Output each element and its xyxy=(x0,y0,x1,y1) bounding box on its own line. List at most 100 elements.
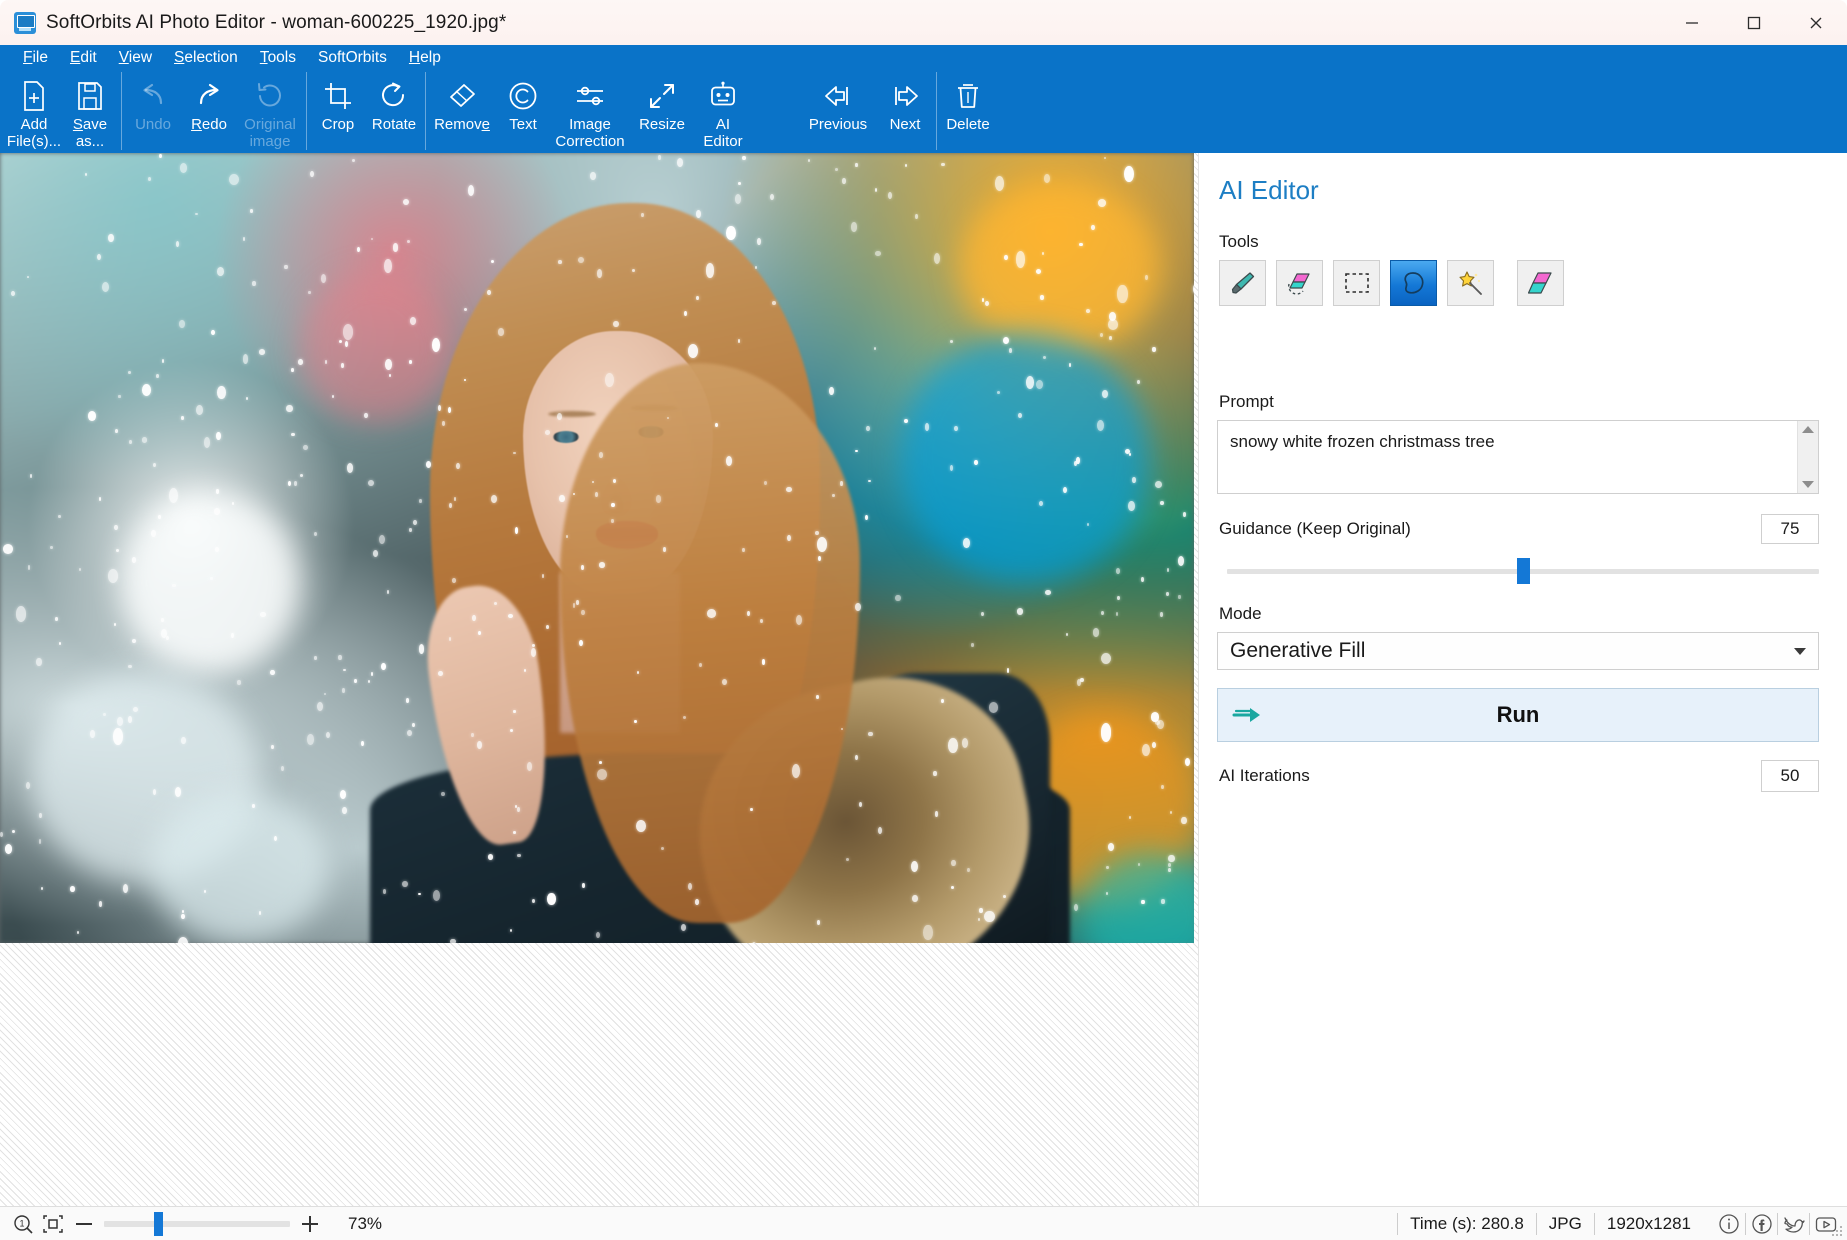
original-image-label-line2: image xyxy=(249,133,291,150)
chevron-down-icon xyxy=(1794,647,1806,655)
rectangle-select-tool-button[interactable] xyxy=(1333,260,1380,306)
zoom-one-to-one-icon[interactable]: 1 xyxy=(8,1214,38,1234)
tools-row xyxy=(1217,260,1819,306)
delete-button[interactable]: Delete xyxy=(940,71,996,151)
status-dimensions: 1920x1281 xyxy=(1593,1212,1703,1235)
menu-view[interactable]: View xyxy=(108,45,163,71)
menu-help[interactable]: Help xyxy=(398,45,452,71)
snow-overlay xyxy=(0,153,1194,943)
prompt-box[interactable] xyxy=(1217,420,1819,494)
resize-button[interactable]: Resize xyxy=(629,71,695,151)
photo-canvas[interactable] xyxy=(0,153,1194,943)
info-icon[interactable] xyxy=(1713,1213,1745,1235)
history-icon xyxy=(255,79,285,113)
window-controls xyxy=(1661,0,1847,45)
menu-file-rest: ile xyxy=(32,49,48,66)
save-as-label-line1: Save xyxy=(72,116,108,133)
maximize-button[interactable] xyxy=(1723,0,1785,45)
zoom-slider-thumb[interactable] xyxy=(153,1211,163,1236)
trash-icon xyxy=(953,79,983,113)
guidance-label: Guidance (Keep Original) xyxy=(1219,519,1411,538)
canvas-area[interactable] xyxy=(0,153,1198,1206)
previous-label: Previous xyxy=(808,116,868,133)
scroll-up-icon[interactable] xyxy=(1802,426,1814,433)
toolbar-group-navigation: Previous Next xyxy=(799,71,933,153)
crop-icon xyxy=(323,79,353,113)
close-button[interactable] xyxy=(1785,0,1847,45)
save-icon xyxy=(75,79,105,113)
previous-arrow-icon xyxy=(821,79,855,113)
next-button[interactable]: Next xyxy=(877,71,933,151)
menu-edit-rest: dit xyxy=(80,49,97,66)
gradient-tool-button[interactable] xyxy=(1517,260,1564,306)
crop-button[interactable]: Crop xyxy=(310,71,366,151)
eraser-tool-button[interactable] xyxy=(1276,260,1323,306)
remove-label: Remove xyxy=(434,116,490,133)
text-button[interactable]: Text xyxy=(495,71,551,151)
zoom-percent-label: 73% xyxy=(348,1213,383,1233)
remove-button[interactable]: Remove xyxy=(429,71,495,151)
guidance-value-field[interactable]: 75 xyxy=(1761,514,1819,544)
menu-help-rest: elp xyxy=(420,49,441,66)
run-button[interactable]: Run xyxy=(1217,688,1819,742)
facebook-icon[interactable] xyxy=(1745,1212,1777,1235)
menu-file[interactable]: File xyxy=(12,45,59,71)
svg-text:1: 1 xyxy=(19,1218,24,1228)
scroll-down-icon[interactable] xyxy=(1802,481,1814,488)
zoom-in-button[interactable] xyxy=(294,1214,326,1234)
menu-selection[interactable]: Selection xyxy=(163,45,249,71)
twitter-icon[interactable] xyxy=(1777,1212,1809,1235)
menu-edit[interactable]: Edit xyxy=(59,45,108,71)
ai-editor-button[interactable]: AI Editor xyxy=(695,71,751,151)
redo-button[interactable]: Redo xyxy=(181,71,237,151)
brush-tool-button[interactable] xyxy=(1219,260,1266,306)
zoom-out-button[interactable] xyxy=(68,1214,100,1234)
fit-to-window-icon[interactable] xyxy=(38,1214,68,1234)
ai-editor-label-line2: Editor xyxy=(703,133,743,150)
robot-icon xyxy=(708,79,738,113)
magic-wand-tool-button[interactable] xyxy=(1447,260,1494,306)
rotate-button[interactable]: Rotate xyxy=(366,71,422,151)
status-time: Time (s): 280.8 xyxy=(1397,1212,1536,1235)
text-circle-icon xyxy=(508,79,538,113)
prompt-scrollbar[interactable] xyxy=(1797,421,1818,493)
menu-softorbits-label: SoftOrbits xyxy=(318,49,387,66)
toolbar-separator-4 xyxy=(936,72,937,150)
resize-icon xyxy=(647,79,677,113)
next-arrow-icon xyxy=(888,79,922,113)
menu-softorbits[interactable]: SoftOrbits xyxy=(307,45,398,71)
previous-button[interactable]: Previous xyxy=(799,71,877,151)
rotate-label: Rotate xyxy=(371,116,417,133)
save-as-button[interactable]: Save as... xyxy=(62,71,118,151)
mode-select[interactable]: Generative Fill xyxy=(1217,632,1819,670)
lasso-icon xyxy=(1403,272,1424,294)
status-right-group: Time (s): 280.8 JPG 1920x1281 xyxy=(1397,1207,1841,1240)
ai-editor-panel: AI Editor Tools Prompt snowy white froze… xyxy=(1198,153,1847,1206)
menu-tools[interactable]: Tools xyxy=(249,45,307,71)
iterations-value-field[interactable]: 50 xyxy=(1761,760,1819,792)
gradient-icon xyxy=(1527,272,1552,294)
minimize-button[interactable] xyxy=(1661,0,1723,45)
sliders-icon xyxy=(574,79,606,113)
prompt-input[interactable] xyxy=(1218,421,1797,493)
app-logo-icon xyxy=(14,11,36,34)
resize-label: Resize xyxy=(639,116,685,133)
main-body: AI Editor Tools Prompt snowy white froze… xyxy=(0,153,1847,1206)
toolbar-group-history: Undo Redo Original image xyxy=(125,71,303,153)
toolbar-group-delete: Delete xyxy=(940,71,996,153)
original-image-button: Original image xyxy=(237,71,303,151)
lasso-select-tool-button[interactable] xyxy=(1390,260,1437,306)
image-correction-label-line2: Correction xyxy=(555,133,625,150)
add-files-label-line1: Add xyxy=(20,116,48,133)
guidance-slider-thumb[interactable] xyxy=(1517,558,1530,584)
status-bar: 1 73% Time (s): 280.8 JPG 1920x1281 xyxy=(0,1206,1847,1240)
toolbar-separator-3 xyxy=(425,72,426,150)
iterations-row: AI Iterations 50 xyxy=(1217,760,1819,792)
menu-tools-rest: ools xyxy=(267,49,296,66)
image-correction-button[interactable]: Image Correction xyxy=(551,71,629,151)
image-correction-label-line1: Image xyxy=(569,116,611,133)
add-files-button[interactable]: Add File(s)... xyxy=(6,71,62,151)
guidance-slider[interactable] xyxy=(1227,556,1819,586)
zoom-slider[interactable] xyxy=(104,1211,290,1236)
resize-grip[interactable] xyxy=(1832,1226,1844,1238)
